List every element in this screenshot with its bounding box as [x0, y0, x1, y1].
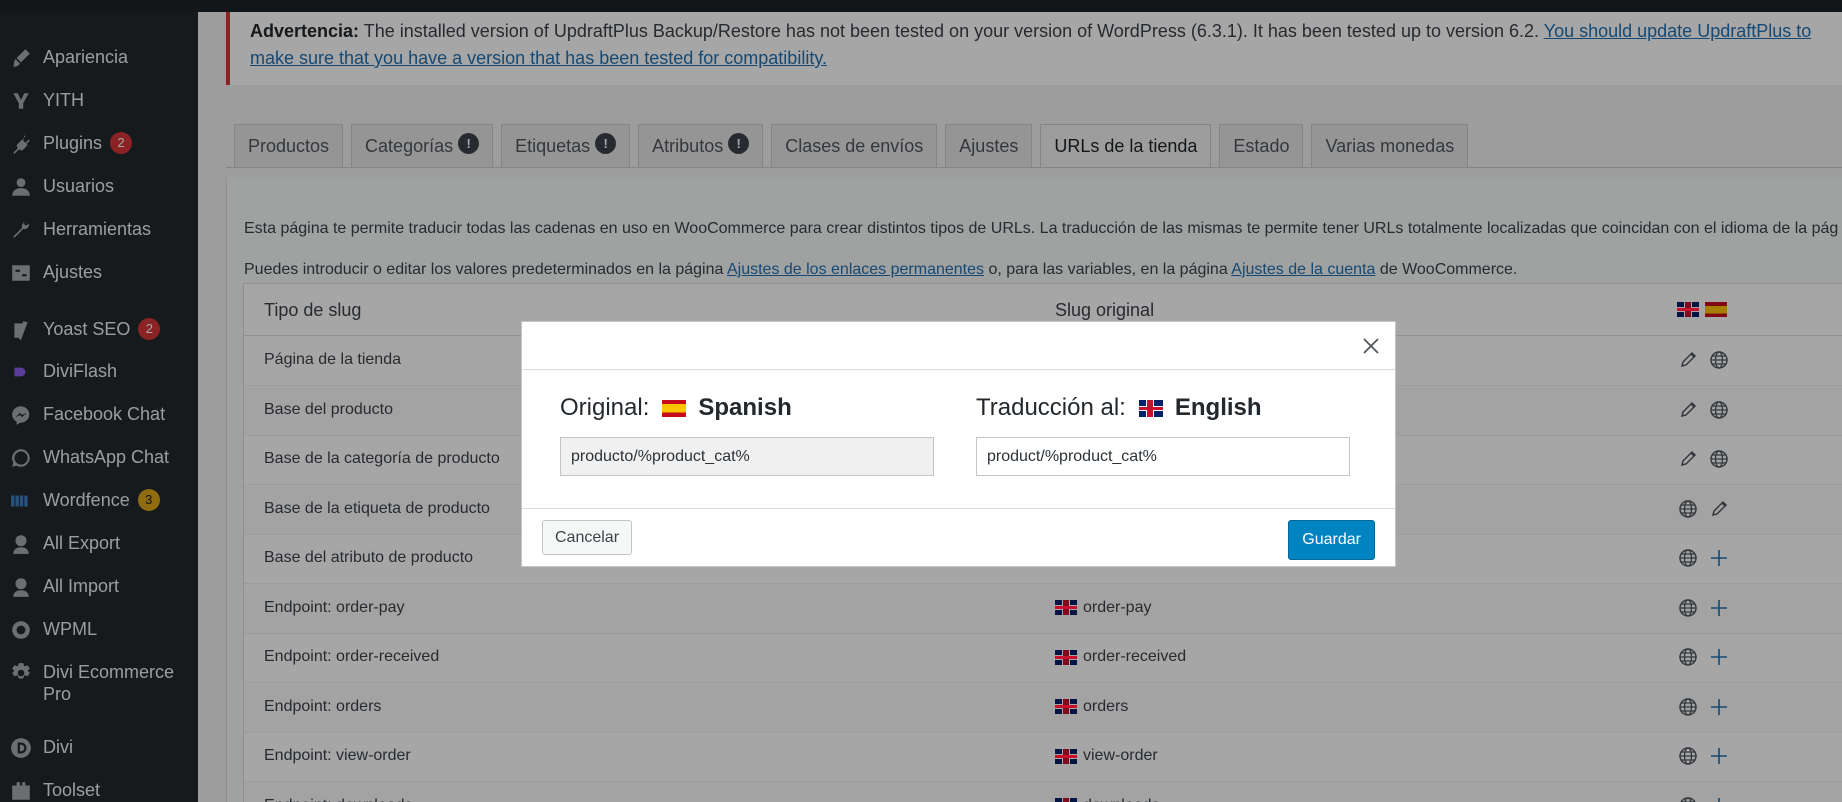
dialog-header: [522, 322, 1395, 370]
translated-slug-input[interactable]: [976, 437, 1350, 476]
dialog-footer: Cancelar Guardar: [522, 508, 1395, 568]
original-slug-field: [560, 437, 934, 476]
cancel-button[interactable]: Cancelar: [542, 520, 633, 555]
translation-language-heading: Traducción al: English: [976, 394, 1262, 421]
original-language-heading: Original: Spanish: [560, 394, 792, 421]
english-flag-icon: [1138, 399, 1163, 417]
save-button[interactable]: Guardar: [1288, 520, 1375, 560]
translate-slug-dialog: Original: Spanish Traducción al: English…: [521, 321, 1396, 567]
translation-language-name: English: [1174, 394, 1262, 421]
original-language-name: Spanish: [698, 394, 792, 421]
spanish-flag-icon: [662, 399, 687, 417]
close-icon[interactable]: [1359, 334, 1383, 358]
